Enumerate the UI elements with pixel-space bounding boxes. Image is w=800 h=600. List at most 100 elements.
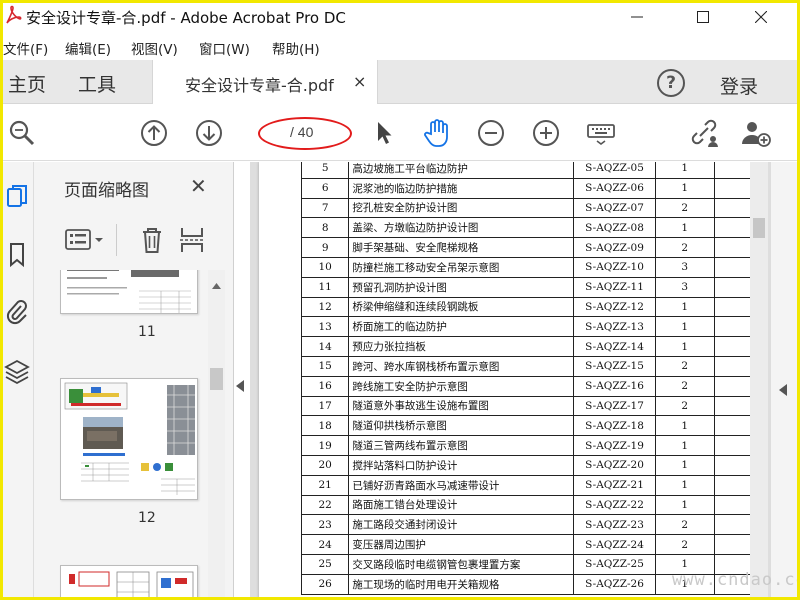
thumbnail-options-icon[interactable] xyxy=(64,226,108,254)
add-user-icon[interactable] xyxy=(740,117,772,149)
table-row: 12 桥梁伸缩缝和连续段钢跳板 S-AQZZ-12 1 xyxy=(300,296,755,318)
table-row: 11 预留孔洞防护设计图 S-AQZZ-11 3 xyxy=(300,276,755,298)
drawing-name: 挖孔桩安全防护设计图 xyxy=(348,197,575,219)
maximize-button[interactable] xyxy=(680,0,726,33)
previous-page-icon[interactable] xyxy=(138,117,170,149)
drawing-name: 搅拌站落料口防护设计 xyxy=(348,454,575,476)
menu-window[interactable]: 窗口(W) xyxy=(199,38,250,58)
row-number: 14 xyxy=(300,336,350,357)
row-number: 21 xyxy=(300,474,350,496)
keyboard-icon[interactable] xyxy=(585,117,617,149)
sheet-count: 2 xyxy=(654,375,715,397)
delete-page-icon[interactable] xyxy=(138,224,166,256)
table-row: 21 已铺好沥青路面水马减速带设计 S-AQZZ-21 1 xyxy=(300,474,755,496)
drawing-name: 预应力张拉挡板 xyxy=(348,336,575,357)
panel-toolbar xyxy=(34,220,234,260)
sheet-count: 2 xyxy=(654,237,715,258)
tab-tools[interactable]: 工具 xyxy=(78,70,116,97)
hand-tool-icon[interactable] xyxy=(421,117,453,149)
next-page-icon[interactable] xyxy=(193,117,225,149)
sheet-count: 2 xyxy=(654,534,715,555)
bookmark-icon[interactable] xyxy=(4,240,30,270)
row-number: 13 xyxy=(300,316,350,338)
table-row: 19 隧道三管两线布置示意图 S-AQZZ-19 1 xyxy=(300,435,755,456)
right-pane-strip xyxy=(770,162,797,600)
drawing-name: 桥面施工的临边防护 xyxy=(348,316,575,338)
drawing-name: 跨线施工安全防护示意图 xyxy=(348,375,575,397)
row-number: 26 xyxy=(300,573,350,595)
split-page-icon[interactable] xyxy=(178,224,206,256)
panel-title: 页面缩略图 xyxy=(64,181,149,201)
tab-document[interactable]: 安全设计专章-合.pdf × xyxy=(152,60,378,104)
row-number: 11 xyxy=(300,276,350,298)
row-number: 7 xyxy=(300,197,350,219)
empty-cell xyxy=(713,162,755,179)
tab-home[interactable]: 主页 xyxy=(8,70,46,97)
tab-bar: 主页 工具 安全设计专章-合.pdf × ? 登录 xyxy=(0,60,800,104)
thumbnail-scrollbar[interactable] xyxy=(208,270,225,600)
zoom-in-icon[interactable] xyxy=(530,117,562,149)
thumbnail-scroll-thumb[interactable] xyxy=(210,368,223,390)
drawing-name: 预留孔洞防护设计图 xyxy=(348,276,575,298)
minimize-button[interactable] xyxy=(614,0,660,33)
table-row: 13 桥面施工的临边防护 S-AQZZ-13 1 xyxy=(300,316,755,338)
attachment-icon[interactable] xyxy=(4,296,30,326)
document-scrollbar[interactable] xyxy=(750,162,768,600)
drawing-name: 防撞栏施工移动安全吊架示意图 xyxy=(348,256,575,278)
thumbnail-panel: 页面缩略图 ✕ 11 12 xyxy=(34,162,234,600)
page-thumbnails-icon[interactable] xyxy=(4,182,30,212)
drawing-code: S-AQZZ-15 xyxy=(573,355,656,377)
zoom-out-icon[interactable] xyxy=(475,117,507,149)
watermark-text: www.cndao.com xyxy=(672,570,800,590)
toolbar-divider xyxy=(116,224,117,256)
layers-icon[interactable] xyxy=(4,357,30,387)
drawing-name: 桥梁伸缩缝和连续段钢跳板 xyxy=(348,296,575,318)
sheet-count: 3 xyxy=(654,276,715,298)
table-row: 23 施工路段交通封闭设计 S-AQZZ-23 2 xyxy=(300,514,755,536)
highlight-ellipse xyxy=(258,117,352,150)
drawing-code: S-AQZZ-22 xyxy=(573,494,656,516)
menu-view[interactable]: 视图(V) xyxy=(131,38,178,58)
expand-right-icon[interactable] xyxy=(779,384,787,399)
drawing-code: S-AQZZ-20 xyxy=(573,454,656,476)
close-window-button[interactable] xyxy=(738,0,784,33)
row-number: 22 xyxy=(300,494,350,516)
thumbnail-page-12[interactable] xyxy=(60,378,198,500)
share-link-icon[interactable] xyxy=(688,117,720,149)
drawing-name: 变压器周边围护 xyxy=(348,534,575,555)
left-rail xyxy=(0,162,34,600)
sheet-count: 2 xyxy=(654,395,715,417)
document-scroll-thumb[interactable] xyxy=(753,218,765,238)
drawing-name: 隧道仰拱栈桥示意图 xyxy=(348,415,575,437)
sheet-count: 3 xyxy=(654,256,715,278)
panel-close-icon[interactable]: ✕ xyxy=(190,174,207,198)
help-button[interactable]: ? xyxy=(657,69,685,97)
drawing-name: 施工现场的临时用电开关箱规格 xyxy=(348,573,575,595)
zoom-search-icon[interactable] xyxy=(6,117,38,149)
collapse-left-icon[interactable] xyxy=(236,380,244,395)
menu-file[interactable]: 文件(F) xyxy=(3,38,48,58)
login-button[interactable]: 登录 xyxy=(720,72,758,99)
table-row: 24 变压器周边围护 S-AQZZ-24 2 xyxy=(300,534,755,555)
menu-edit[interactable]: 编辑(E) xyxy=(65,38,111,58)
thumbnail-page-11[interactable] xyxy=(60,270,198,314)
tab-close-icon[interactable]: × xyxy=(353,72,366,91)
sheet-count: 2 xyxy=(654,514,715,536)
drawing-code: S-AQZZ-09 xyxy=(573,237,656,258)
select-arrow-icon[interactable] xyxy=(368,117,400,149)
empty-cell xyxy=(713,237,755,258)
empty-cell xyxy=(713,355,755,377)
sheet-count: 2 xyxy=(654,355,715,377)
sheet-count: 1 xyxy=(654,177,715,199)
drawing-code: S-AQZZ-26 xyxy=(573,573,656,595)
drawing-name: 盖梁、方墩临边防护设计图 xyxy=(348,217,575,239)
thumbnail-list: 11 12 xyxy=(34,270,234,600)
tab-document-label: 安全设计专章-合.pdf xyxy=(185,76,334,95)
scroll-up-icon[interactable] xyxy=(212,274,221,293)
thumbnail-page-13[interactable] xyxy=(60,565,198,600)
drawing-name: 隧道三管两线布置示意图 xyxy=(348,435,575,456)
menu-bar: 文件(F) 编辑(E) 视图(V) 窗口(W) 帮助(H) xyxy=(0,35,800,59)
empty-cell xyxy=(713,474,755,496)
table-row: 7 挖孔桩安全防护设计图 S-AQZZ-07 2 xyxy=(300,197,755,219)
menu-help[interactable]: 帮助(H) xyxy=(272,38,320,58)
